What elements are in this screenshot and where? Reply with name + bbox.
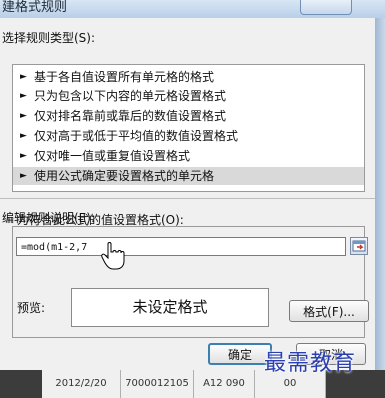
minimize-button[interactable] [300,0,352,15]
ok-button[interactable]: 确定 [208,343,272,365]
sheet-cell-date: 2012/2/20 [42,370,121,398]
arrow-right-icon: ► [20,131,27,141]
window-frame-edge [375,18,385,370]
section-divider [0,198,375,199]
rule-type-heading: 选择规则类型(S): [2,31,96,45]
rule-type-item[interactable]: ► 只为包含以下内容的单元格设置格式 [13,87,364,105]
formula-input[interactable]: =mod(m1-2,7 [16,237,346,256]
format-button[interactable]: 格式(F)... [289,300,369,322]
window-title: 建格式规则 [2,0,68,15]
rule-type-item[interactable]: ► 基于各自值设置所有单元格的格式 [13,68,364,86]
rule-type-item[interactable]: ► 仅对唯一值或重复值设置格式 [13,147,364,165]
watermark-logo: 最需教育 [264,351,357,376]
sheet-cell-code: 7000012105 [121,370,194,398]
range-select-icon[interactable] [350,237,368,255]
arrow-right-icon: ► [20,72,27,82]
rule-type-item[interactable]: ► 仅对高于或低于平均值的数值设置格式 [13,127,364,145]
arrow-right-icon: ► [20,91,27,101]
mouse-cursor-icon [101,242,125,270]
title-bar: 建格式规则 [0,0,385,19]
preview-label: 预览: [17,301,46,315]
sheet-cell-col3: A12 090 [194,370,255,398]
formula-label: 为符合此公式的值设置格式(O): [17,213,184,227]
rule-type-item-selected[interactable]: ► 使用公式确定要设置格式的单元格 [13,167,364,185]
rule-type-item[interactable]: ► 仅对排名靠前或靠后的数值设置格式 [13,107,364,125]
rule-type-list[interactable]: ► 基于各自值设置所有单元格的格式 ► 只为包含以下内容的单元格设置格式 ► 仅… [12,64,365,192]
format-preview: 未设定格式 [71,288,269,327]
arrow-right-icon: ► [20,151,27,161]
arrow-right-icon: ► [20,171,27,181]
arrow-right-icon: ► [20,111,27,121]
